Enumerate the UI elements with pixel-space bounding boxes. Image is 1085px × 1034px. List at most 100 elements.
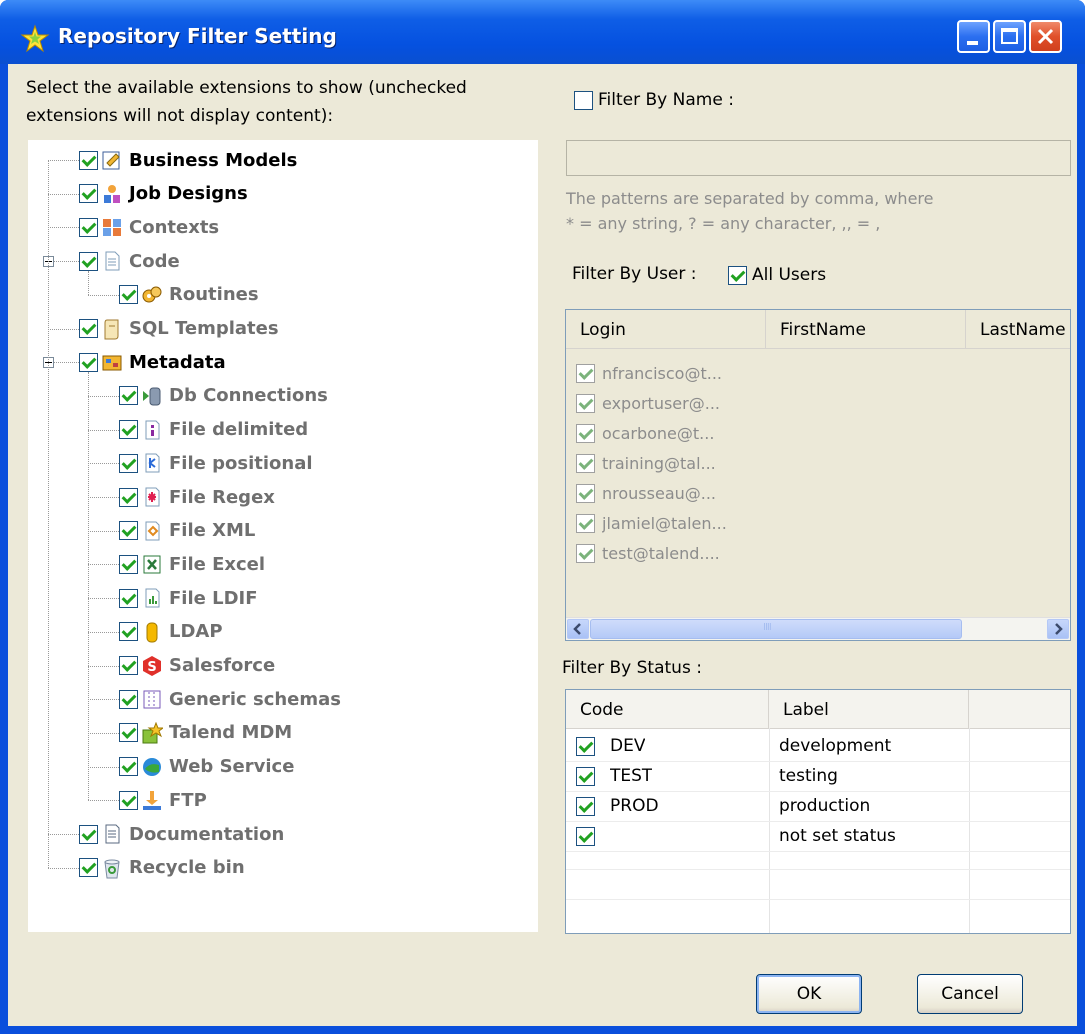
tree-item-recycle-bin[interactable]: Recycle bin xyxy=(79,853,245,883)
tree-item-checkbox[interactable] xyxy=(79,251,98,271)
tree-item-file-xml[interactable]: File XML xyxy=(119,516,255,546)
minimize-button[interactable] xyxy=(957,20,990,53)
tree-item-file-positional[interactable]: File positional xyxy=(119,448,313,478)
tree-item-checkbox[interactable] xyxy=(119,453,138,473)
tree-item-checkbox[interactable] xyxy=(119,790,138,810)
file-excel-icon xyxy=(141,553,163,575)
ldap-icon xyxy=(141,621,163,643)
tree-item-file-ldif[interactable]: File LDIF xyxy=(119,583,258,613)
tree-item-web-service[interactable]: Web Service xyxy=(119,752,294,782)
tree-item-label: File Regex xyxy=(169,486,275,508)
tree-item-label: Generic schemas xyxy=(169,688,342,710)
column-login[interactable]: Login xyxy=(566,310,766,348)
status-row-checkbox[interactable] xyxy=(576,796,595,816)
user-row-checkbox[interactable] xyxy=(576,513,595,533)
status-label: not set status xyxy=(779,826,896,846)
tree-item-file-excel[interactable]: File Excel xyxy=(119,549,265,579)
tree-item-checkbox[interactable] xyxy=(119,757,138,777)
user-row[interactable]: jlamiel@talen... xyxy=(566,508,1070,538)
close-button[interactable] xyxy=(1029,20,1062,53)
user-row-checkbox[interactable] xyxy=(576,393,595,413)
scroll-thumb[interactable]: IIII xyxy=(590,619,962,639)
tree-item-checkbox[interactable] xyxy=(119,689,138,709)
tree-item-checkbox[interactable] xyxy=(119,588,138,608)
user-row-checkbox[interactable] xyxy=(576,543,595,563)
column-firstname[interactable]: FirstName xyxy=(766,310,966,348)
status-code: DEV xyxy=(610,736,646,756)
tree-item-file-delimited[interactable]: File delimited xyxy=(119,415,308,445)
user-row[interactable]: test@talend.... xyxy=(566,538,1070,568)
tree-item-ftp[interactable]: FTP xyxy=(119,785,207,815)
tree-item-sql-templates[interactable]: SQL Templates xyxy=(79,314,279,344)
scroll-left-button[interactable] xyxy=(567,619,589,639)
tree-item-checkbox[interactable] xyxy=(119,285,138,305)
tree-item-checkbox[interactable] xyxy=(119,386,138,406)
status-table-header: Code Label xyxy=(566,690,1070,729)
user-row[interactable]: ocarbone@t... xyxy=(566,418,1070,448)
status-row-checkbox[interactable] xyxy=(576,766,595,786)
status-table[interactable]: Code Label DEV development TEST testing PROD… xyxy=(565,689,1071,934)
tree-item-checkbox[interactable] xyxy=(119,622,138,642)
user-row[interactable]: nfrancisco@t... xyxy=(566,358,1070,388)
tree-item-db-connections[interactable]: Db Connections xyxy=(119,381,328,411)
cancel-button[interactable]: Cancel xyxy=(917,974,1023,1014)
status-row[interactable]: not set status xyxy=(566,821,1070,851)
user-row-checkbox[interactable] xyxy=(576,453,595,473)
tree-item-checkbox[interactable] xyxy=(79,319,98,338)
tree-item-file-regex[interactable]: File Regex xyxy=(119,482,275,512)
user-row-checkbox[interactable] xyxy=(576,423,595,443)
user-row[interactable]: exportuser@... xyxy=(566,388,1070,418)
tree-item-checkbox[interactable] xyxy=(79,858,98,878)
status-row-checkbox[interactable] xyxy=(576,736,595,756)
tree-item-job-designs[interactable]: Job Designs xyxy=(79,179,248,209)
tree-item-ldap[interactable]: LDAP xyxy=(119,617,223,647)
scroll-right-button[interactable] xyxy=(1047,619,1069,639)
tree-item-checkbox[interactable] xyxy=(79,150,98,170)
tree-item-code[interactable]: Code xyxy=(79,246,180,276)
tree-item-checkbox[interactable] xyxy=(79,184,98,204)
tree-item-salesforce[interactable]: S Salesforce xyxy=(119,651,275,681)
users-table[interactable]: Login FirstName LastName nfrancisco@t...… xyxy=(565,309,1071,641)
status-row-checkbox[interactable] xyxy=(576,826,595,846)
tree-item-talend-mdm[interactable]: Talend MDM xyxy=(119,718,292,748)
tree-item-checkbox[interactable] xyxy=(79,352,98,372)
filter-by-name-checkbox[interactable] xyxy=(574,90,593,110)
tree-item-metadata[interactable]: Metadata xyxy=(79,347,226,377)
filter-by-name-input[interactable] xyxy=(566,140,1071,176)
tree-item-generic-schemas[interactable]: Generic schemas xyxy=(119,684,341,714)
tree-item-checkbox[interactable] xyxy=(119,487,138,507)
status-row[interactable]: TEST testing xyxy=(566,761,1070,791)
user-row[interactable]: nrousseau@... xyxy=(566,478,1070,508)
all-users-checkbox[interactable] xyxy=(728,265,747,285)
maximize-button[interactable] xyxy=(993,20,1026,53)
tree-item-checkbox[interactable] xyxy=(79,217,98,237)
filter-by-name-option[interactable]: Filter By Name : xyxy=(574,85,734,115)
tree-item-checkbox[interactable] xyxy=(119,420,138,440)
tree-item-checkbox[interactable] xyxy=(79,824,98,844)
user-row[interactable]: training@tal... xyxy=(566,448,1070,478)
routines-icon xyxy=(141,284,163,306)
column-lastname[interactable]: LastName xyxy=(966,310,1070,348)
scroll-thumb-grip: IIII xyxy=(763,622,772,633)
column-label[interactable]: Label xyxy=(769,690,969,728)
status-row[interactable]: DEV development xyxy=(566,731,1070,761)
title-bar[interactable]: Repository Filter Setting xyxy=(0,0,1085,64)
status-row[interactable]: PROD production xyxy=(566,791,1070,821)
tree-item-checkbox[interactable] xyxy=(119,656,138,675)
tree-item-checkbox[interactable] xyxy=(119,554,138,574)
user-row-checkbox[interactable] xyxy=(576,363,595,383)
tree-item-business-models[interactable]: Business Models xyxy=(79,145,297,175)
tree-item-routines[interactable]: Routines xyxy=(119,280,259,310)
minimize-icon xyxy=(967,41,978,45)
users-table-hscrollbar[interactable]: IIII xyxy=(566,617,1070,640)
tree-item-contexts[interactable]: Contexts xyxy=(79,212,219,242)
user-row-checkbox[interactable] xyxy=(576,483,595,503)
column-code[interactable]: Code xyxy=(566,690,769,728)
tree-item-checkbox[interactable] xyxy=(119,723,138,743)
tree-item-documentation[interactable]: Documentation xyxy=(79,819,284,849)
tree-item-label: Contexts xyxy=(129,216,220,238)
all-users-option[interactable]: All Users xyxy=(728,260,826,290)
tree-item-checkbox[interactable] xyxy=(119,521,138,541)
ok-button[interactable]: OK xyxy=(756,974,862,1014)
extensions-tree[interactable]: Business Models Job Designs Contexts Code Ro… xyxy=(28,140,538,932)
